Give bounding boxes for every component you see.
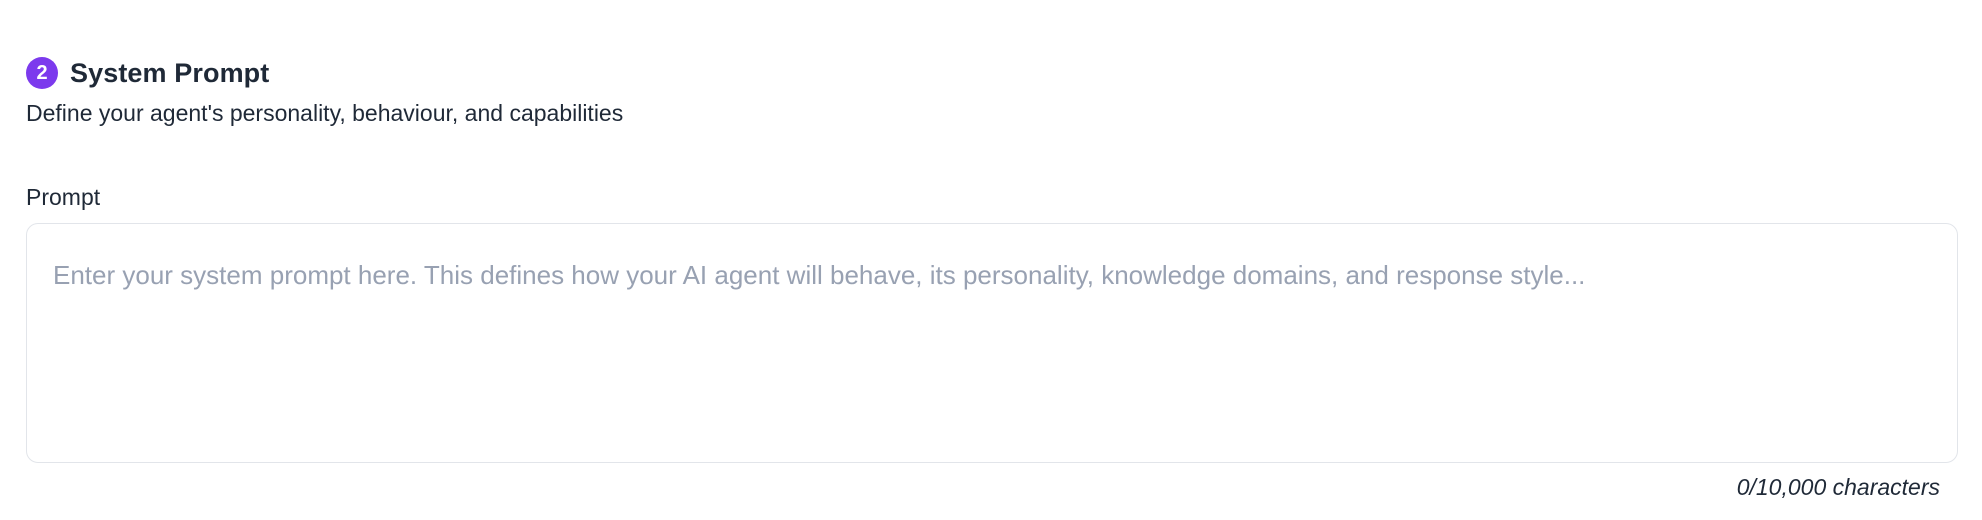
prompt-label: Prompt bbox=[26, 184, 101, 210]
section-header: 2 System Prompt bbox=[26, 56, 1960, 90]
system-prompt-section: 2 System Prompt Define your agent's pers… bbox=[26, 56, 1960, 500]
section-subtitle: Define your agent's personality, behavio… bbox=[26, 100, 624, 126]
section-title: System Prompt bbox=[70, 57, 270, 88]
prompt-textarea-container bbox=[26, 223, 1958, 463]
character-counter: 0/10,000 characters bbox=[1736, 474, 1940, 500]
prompt-textarea[interactable] bbox=[27, 224, 1957, 462]
step-number-badge: 2 bbox=[26, 57, 58, 89]
